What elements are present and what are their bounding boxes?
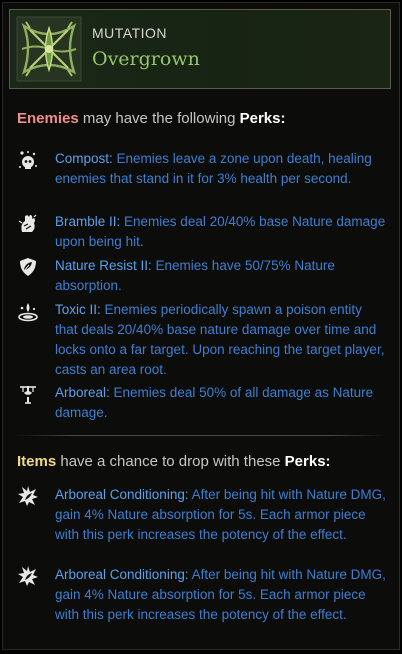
items-word: Items: [17, 453, 57, 470]
enemy-perk-arboreal: Arboreal: Enemies deal 50% of all damage…: [17, 383, 387, 423]
enemy-perk-compost: Compost: Enemies leave a zone upon death…: [17, 149, 387, 189]
perk-name: Compost:: [55, 151, 113, 166]
tree-sword-icon: [20, 386, 36, 404]
mutation-type-label: MUTATION: [92, 25, 168, 41]
section-divider: [15, 435, 387, 436]
perk-name: Arboreal Conditioning:: [55, 567, 189, 582]
item-perk-arboreal-conditioning: Arboreal Conditioning: After being hit w…: [17, 565, 387, 625]
perk-name: Bramble II:: [55, 214, 121, 229]
overgrown-mutation-emblem-icon: [16, 16, 82, 82]
enemy-perk-bramble-ii: Bramble II: Enemies deal 20/40% base Nat…: [17, 212, 387, 252]
perk-name: Nature Resist II:: [55, 258, 152, 273]
enemies-perks-word: Perks:: [239, 110, 286, 127]
items-section-middle: have a chance to drop with these: [56, 453, 285, 470]
perk-description: Enemies periodically spawn a poison enti…: [55, 302, 385, 377]
skull-zone-icon: [19, 151, 37, 169]
burst-perk-icon: [18, 566, 38, 586]
enemies-word: Enemies: [17, 110, 79, 127]
items-perks-word: Perks:: [284, 453, 331, 470]
enemies-section-middle: may have the following: [78, 110, 240, 127]
leaf-shield-icon: [20, 258, 36, 276]
perk-name: Arboreal:: [55, 385, 110, 400]
enemy-perk-nature-resist-ii: Nature Resist II: Enemies have 50/75% Na…: [17, 256, 387, 296]
item-perk-arboreal-conditioning: Arboreal Conditioning: After being hit w…: [17, 485, 387, 545]
mutation-tooltip: MUTATION Overgrown Enemies may have the …: [2, 2, 400, 650]
mutation-header: MUTATION Overgrown: [9, 9, 391, 89]
thorn-fist-icon: [18, 214, 37, 232]
poison-pool-icon: [18, 303, 38, 322]
mutation-name: Overgrown: [92, 48, 200, 70]
enemies-section-title: Enemies may have the following Perks:: [17, 110, 286, 127]
items-section-title: Items have a chance to drop with these P…: [17, 453, 331, 470]
enemy-perk-toxic-ii: Toxic II: Enemies periodically spawn a p…: [17, 300, 387, 380]
burst-perk-icon: [18, 486, 38, 506]
perk-name: Toxic II:: [55, 302, 101, 317]
perk-name: Arboreal Conditioning:: [55, 487, 189, 502]
